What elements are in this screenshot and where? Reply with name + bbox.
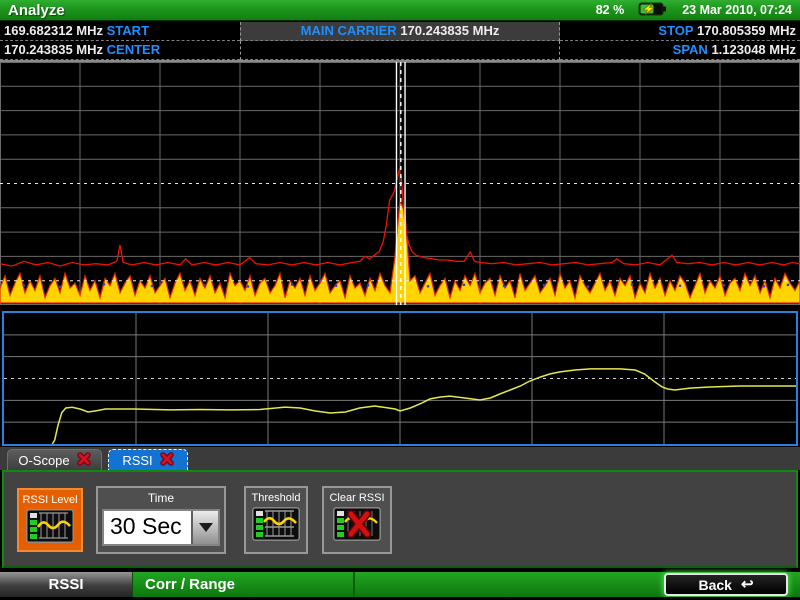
close-icon[interactable]	[160, 452, 174, 469]
clear-rssi-button[interactable]: Clear RSSI	[322, 486, 392, 554]
threshold-icon	[252, 507, 300, 546]
clear-rssi-label: Clear RSSI	[329, 492, 384, 504]
spectrum-chart[interactable]	[0, 62, 800, 305]
time-group: Time 30 Sec	[96, 486, 226, 554]
page-title: Analyze	[0, 2, 65, 19]
main-carrier-empty-cell	[240, 41, 560, 60]
center-frequency: 170.243835 MHz CENTER	[0, 41, 240, 60]
threshold-label: Threshold	[252, 492, 301, 504]
rssi-control-panel: RSSI Level Time 30 Sec	[2, 470, 798, 568]
instrument-screen: Analyze 82 % 23 Mar 2010, 07:24 169.6823…	[0, 0, 800, 600]
tab-rssi-label: RSSI	[122, 453, 152, 468]
dropdown-arrow-button[interactable]	[191, 511, 218, 544]
tab-o-scope[interactable]: O-Scope	[7, 449, 102, 470]
time-label: Time	[148, 491, 174, 505]
bottom-menu-bar: RSSI Corr / Range Back ↩	[0, 572, 800, 597]
bottom-tab-corr-range[interactable]: Corr / Range	[133, 572, 355, 597]
span-frequency: SPAN 1.123048 MHz	[560, 41, 800, 60]
main-carrier-frequency: MAIN CARRIER 170.243835 MHz	[240, 22, 560, 41]
close-icon[interactable]	[77, 452, 91, 469]
title-bar: Analyze 82 % 23 Mar 2010, 07:24	[0, 0, 800, 21]
tab-o-scope-label: O-Scope	[18, 453, 69, 468]
back-button[interactable]: Back ↩	[664, 573, 788, 596]
rssi-chart[interactable]	[4, 313, 796, 444]
threshold-button[interactable]: Threshold	[244, 486, 308, 554]
clear-rssi-icon	[333, 507, 381, 546]
back-arrow-icon: ↩	[741, 578, 754, 592]
time-dropdown-value[interactable]: 30 Sec	[104, 511, 191, 544]
battery-percentage: 82 %	[596, 3, 625, 17]
spectrum-display[interactable]	[0, 60, 800, 305]
bottom-tab-rssi[interactable]: RSSI	[0, 572, 133, 597]
datetime: 23 Mar 2010, 07:24	[682, 3, 792, 17]
battery-charging-icon	[638, 1, 668, 20]
stop-frequency: STOP 170.805359 MHz	[560, 22, 800, 41]
chevron-down-icon	[199, 523, 213, 532]
freq-row-1: 169.682312 MHz START MAIN CARRIER 170.24…	[0, 22, 800, 41]
rssi-level-icon	[26, 509, 74, 548]
back-button-label: Back	[698, 577, 731, 593]
rssi-level-label: RSSI Level	[22, 494, 77, 506]
rssi-level-button[interactable]: RSSI Level	[17, 488, 83, 552]
measurement-tab-bar: O-Scope RSSI	[0, 447, 800, 470]
freq-row-2: 170.243835 MHz CENTER SPAN 1.123048 MHz	[0, 41, 800, 60]
rssi-strip-chart[interactable]	[2, 311, 798, 446]
time-dropdown[interactable]: 30 Sec	[102, 509, 220, 546]
tab-rssi[interactable]: RSSI	[108, 449, 188, 470]
start-frequency: 169.682312 MHz START	[0, 22, 240, 41]
